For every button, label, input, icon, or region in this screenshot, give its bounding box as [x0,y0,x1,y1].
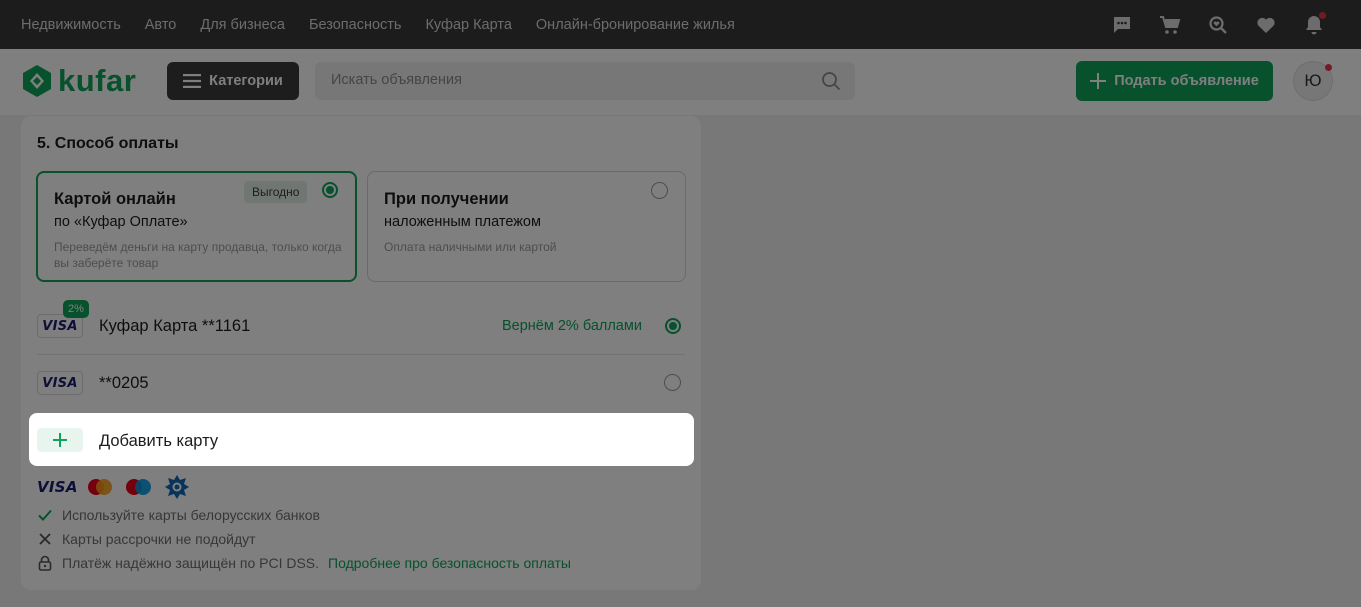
dim-overlay [0,0,1361,607]
plus-icon [53,433,67,447]
add-card-plus [37,428,83,452]
add-card-label: Добавить карту [99,432,219,450]
add-card-button[interactable]: Добавить карту [29,413,694,466]
